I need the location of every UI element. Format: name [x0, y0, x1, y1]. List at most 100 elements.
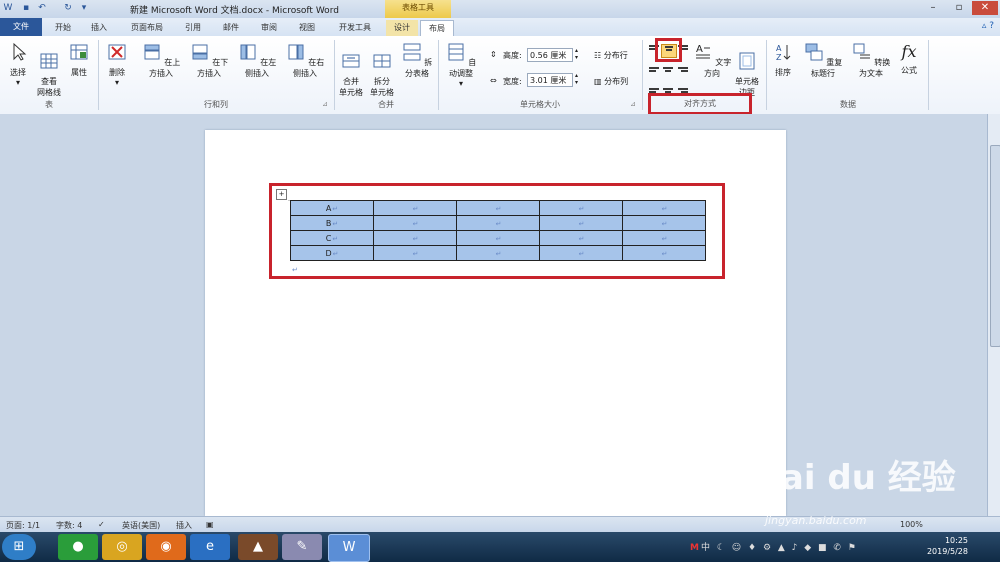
restore-button[interactable]: ▫: [946, 1, 972, 15]
group-label-merge: 合并: [378, 100, 394, 109]
text-direction-button[interactable]: A 文字方向: [692, 42, 732, 79]
dialog-launcher-icon[interactable]: ⊿: [630, 100, 636, 108]
title-bar: W ▪ ↶ ↻ ▾ 新建 Microsoft Word 文档.docx - Mi…: [0, 0, 1000, 18]
tab-home[interactable]: 开始: [48, 20, 78, 36]
distribute-rows-icon: ☷: [594, 51, 602, 60]
save-icon[interactable]: ▪: [20, 2, 32, 14]
formula-icon: fx: [901, 42, 917, 61]
height-stepper[interactable]: ▴ ▾: [575, 47, 578, 61]
text-direction-icon: A: [695, 44, 710, 59]
split-cells-icon: [373, 54, 391, 68]
align-middle-right-button[interactable]: [676, 63, 690, 75]
word-taskbar-icon[interactable]: W: [328, 534, 370, 562]
wechat-taskbar-icon[interactable]: ●: [58, 534, 98, 560]
insert-below-button[interactable]: 在下方插入: [186, 42, 232, 79]
align-middle-center-button[interactable]: [661, 63, 675, 75]
insert-left-button[interactable]: 在左侧插入: [234, 42, 280, 79]
select-button[interactable]: 选择 ▾: [4, 42, 32, 87]
tab-mailings[interactable]: 邮件: [216, 20, 246, 36]
split-table-icon: [403, 43, 421, 61]
tab-layout[interactable]: 布局: [420, 20, 454, 37]
game-taskbar-icon[interactable]: ▲: [238, 534, 278, 560]
ribbon-tab-bar: 文件 开始 插入 页面布局 引用 邮件 审阅 视图 开发工具 设计 布局 ▵ ?: [0, 18, 1000, 37]
clock[interactable]: 10:25 2019/5/28: [927, 535, 968, 557]
group-label-rows-cols: 行和列: [204, 100, 228, 109]
convert-to-text-button[interactable]: 转换为文本: [848, 42, 894, 79]
delete-button[interactable]: 删除 ▾: [104, 42, 130, 87]
scroll-thumb[interactable]: [990, 145, 1000, 347]
height-icon: ⇕: [490, 50, 497, 59]
group-separator: [438, 40, 439, 110]
insert-above-button[interactable]: 在上方插入: [138, 42, 184, 79]
system-tray[interactable]: M中 ☾ ☺ ♦ ⚙ ▲ ♪ ◆ ■ ✆ ⚑: [690, 540, 858, 553]
sort-button[interactable]: AZ 排序: [770, 42, 796, 78]
view-gridlines-button[interactable]: 查看 网格线: [34, 42, 64, 98]
align-middle-left-button[interactable]: [647, 63, 661, 75]
insert-mode[interactable]: 插入: [176, 520, 192, 531]
dialog-launcher-icon[interactable]: ⊿: [322, 100, 328, 108]
undo-icon[interactable]: ↶: [36, 2, 48, 14]
firefox-taskbar-icon[interactable]: ◉: [146, 534, 186, 560]
ruler-toggle[interactable]: [987, 114, 1000, 127]
autofit-button[interactable]: 自动调整 ▾: [442, 42, 480, 88]
ie-taskbar-icon[interactable]: e: [190, 534, 230, 560]
insert-right-button[interactable]: 在右侧插入: [282, 42, 328, 79]
svg-text:Z: Z: [776, 53, 782, 62]
customize-qat-icon[interactable]: ▾: [78, 2, 90, 14]
distribute-cols-button[interactable]: ▥ 分布列: [594, 76, 628, 87]
tab-file[interactable]: 文件: [0, 18, 42, 36]
tab-developer[interactable]: 开发工具: [332, 20, 378, 36]
highlight-box-align-center: [655, 38, 682, 62]
language-indicator[interactable]: 英语(美国): [122, 520, 160, 531]
width-field[interactable]: 3.01 厘米: [527, 73, 573, 87]
baidu-watermark: Bai du 经验 jingyan.baidu.com: [755, 458, 956, 527]
repeat-header-icon: [805, 43, 823, 61]
ribbon: 选择 ▾ 查看 网格线 属性 表 删除 ▾ 在上方插入 在下方插入 在左侧插入 在右…: [0, 36, 1000, 115]
tab-view[interactable]: 视图: [292, 20, 322, 36]
table-tools-context-label: 表格工具: [385, 0, 451, 18]
proofing-icon[interactable]: ✓: [98, 520, 105, 529]
highlight-box-alignment-label: [648, 93, 752, 115]
cell-margins-icon: [739, 52, 755, 70]
redo-icon[interactable]: ↻: [62, 2, 74, 14]
page-count[interactable]: 页面: 1/1: [6, 520, 40, 531]
minimize-button[interactable]: –: [920, 1, 946, 15]
gridlines-icon: [40, 53, 58, 69]
distribute-rows-button[interactable]: ☷ 分布行: [594, 50, 628, 61]
word-app-icon[interactable]: W: [2, 2, 14, 14]
ime-indicator[interactable]: 中: [701, 543, 712, 553]
help-icon[interactable]: ▵ ?: [982, 21, 994, 31]
chrome-taskbar-icon[interactable]: ◎: [102, 534, 142, 560]
height-field[interactable]: 0.56 厘米: [527, 48, 573, 62]
svg-text:A: A: [776, 44, 782, 53]
start-button[interactable]: ⊞: [2, 534, 36, 560]
split-cells-button[interactable]: 拆分 单元格: [368, 42, 396, 98]
tab-design[interactable]: 设计: [386, 20, 418, 36]
repeat-header-button[interactable]: 重复标题行: [800, 42, 846, 79]
paint-taskbar-icon[interactable]: ✎: [282, 534, 322, 560]
delete-table-icon: [108, 44, 126, 60]
insert-above-icon: [144, 44, 160, 60]
vertical-scrollbar[interactable]: [987, 127, 1000, 516]
highlight-box-table: [269, 183, 725, 279]
group-separator: [98, 40, 99, 110]
sort-icon: AZ: [776, 44, 791, 62]
group-separator: [766, 40, 767, 110]
close-button[interactable]: ✕: [972, 1, 998, 15]
tab-review[interactable]: 审阅: [254, 20, 284, 36]
width-stepper[interactable]: ▴ ▾: [575, 72, 578, 86]
word-count[interactable]: 字数: 4: [56, 520, 82, 531]
tab-insert[interactable]: 插入: [84, 20, 114, 36]
split-table-button[interactable]: 拆分表格: [398, 42, 436, 79]
insert-below-icon: [192, 44, 208, 60]
group-separator: [928, 40, 929, 110]
tab-references[interactable]: 引用: [178, 20, 208, 36]
macro-icon[interactable]: ▣: [206, 520, 214, 529]
tab-page-layout[interactable]: 页面布局: [122, 20, 172, 36]
merge-cells-button[interactable]: 合并 单元格: [336, 42, 366, 98]
cell-margins-button[interactable]: 单元格 边距: [732, 42, 762, 98]
formula-button[interactable]: fx 公式: [896, 42, 922, 76]
convert-text-icon: [853, 43, 870, 59]
m-tray-icon[interactable]: M: [690, 543, 701, 553]
properties-button[interactable]: 属性: [66, 42, 92, 78]
